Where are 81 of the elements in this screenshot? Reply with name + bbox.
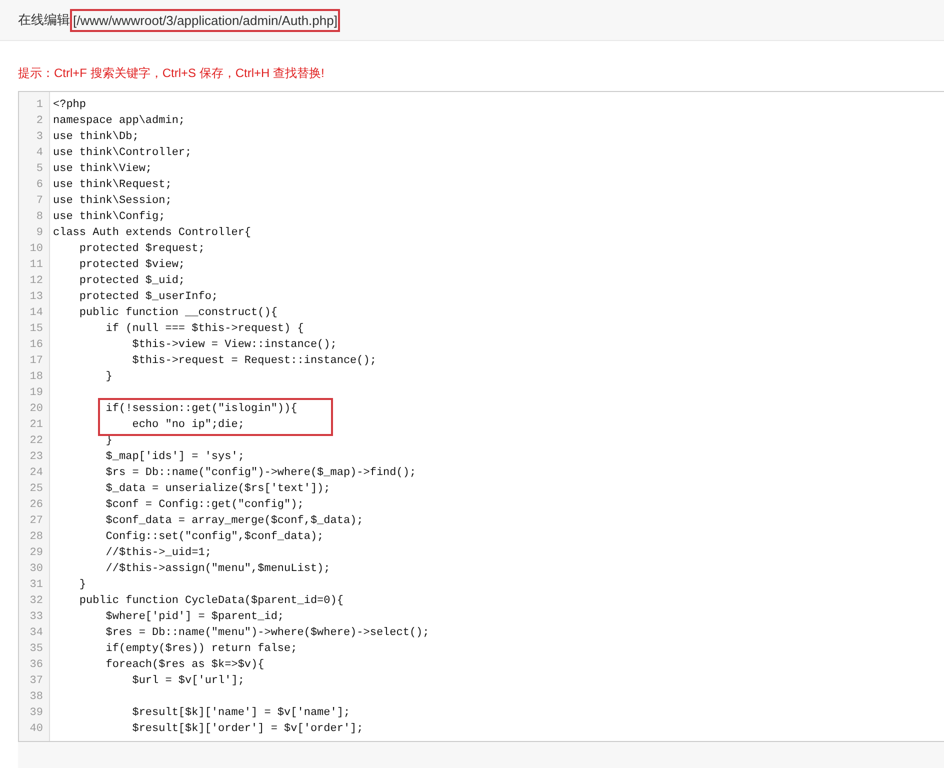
code-line: public function __construct(){ [78,306,278,319]
line-number: 26 [28,498,43,511]
code-line: $_data = unserialize($rs['text']); [104,482,330,495]
line-number: 17 [28,354,43,367]
line-number: 13 [28,290,43,303]
code-line: Config::set("config",$conf_data); [104,530,324,543]
code-line: <?php [53,98,86,111]
line-number: 15 [28,322,43,335]
code-line: $res = Db::name("menu")->where($where)->select(); [104,626,430,639]
line-number: 32 [28,594,43,607]
file-path: [/www/wwwroot/3/application/admin/Auth.php] [70,8,340,32]
line-number: 21 [28,418,43,431]
code-line: use think\Session; [53,194,172,207]
code-line: protected $view; [78,258,186,271]
line-number: 11 [28,258,43,271]
line-number: 3 [35,130,43,143]
line-number: 20 [28,402,43,415]
code-line: $where['pid'] = $parent_id; [104,610,284,623]
code-line: class Auth extends Controller{ [53,226,252,239]
code-line: foreach($res as $k=>$v){ [104,658,264,671]
code-line: protected $request; [78,242,205,255]
code-line: echo "no ip";die; [131,418,244,431]
code-line: } [78,578,86,591]
line-number: 40 [28,722,43,735]
code-line: //$this->assign("menu",$menuList); [104,562,330,575]
code-line: use think\Controller; [53,146,192,159]
line-number: 25 [28,482,43,495]
line-number: 34 [28,626,43,639]
code-line: use think\View; [53,162,152,175]
line-number: 5 [35,162,43,175]
line-number: 8 [35,210,43,223]
code-line: $this->view = View::instance(); [131,338,337,351]
code-line: $result[$k]['name'] = $v['name']; [131,706,350,719]
line-number: 18 [28,370,43,383]
line-number: 16 [28,338,43,351]
code-line: $this->request = Request::instance(); [131,354,376,367]
line-number: 36 [28,658,43,671]
code-line: $url = $v['url']; [131,674,244,687]
code-line: if(empty($res)) return false; [104,642,298,655]
line-number: 28 [28,530,43,543]
code-line: } [104,370,112,383]
code-editor[interactable] [18,90,944,742]
code-line: $_map['ids'] = 'sys'; [104,450,244,463]
line-number: 24 [28,466,43,479]
code-line: if (null === $this->request) { [104,322,304,335]
line-number: 39 [28,706,43,719]
code-line: public function CycleData($parent_id=0){ [78,594,344,607]
line-number: 7 [35,194,43,207]
code-line: $result[$k]['order'] = $v['order']; [131,722,364,735]
line-number: 9 [35,226,43,239]
line-number: 22 [28,434,43,447]
code-line: use think\Request; [53,178,172,191]
code-line: protected $_uid; [78,274,186,287]
page-title: 在线编辑 [18,11,70,29]
code-line: $rs = Db::name("config")->where($_map)->find(); [104,466,416,479]
code-line: $conf_data = array_merge($conf,$_data); [104,514,364,527]
code-line: use think\Config; [53,210,166,223]
line-number: 35 [28,642,43,655]
code-line: if(!session::get("islogin")){ [104,402,298,415]
line-number: 6 [35,178,43,191]
line-number: 2 [35,114,43,127]
line-number: 23 [28,450,43,463]
line-number: 10 [28,242,43,255]
code-line: //$this->_uid=1; [104,546,212,559]
code-line: namespace app\admin; [53,114,186,127]
line-number: 31 [28,578,43,591]
line-number: 37 [28,674,43,687]
code-line: use think\Db; [53,130,139,143]
line-number: 19 [28,386,43,399]
line-number: 14 [28,306,43,319]
line-number: 1 [35,98,43,111]
line-number: 27 [28,514,43,527]
line-number: 4 [35,146,43,159]
line-number: 29 [28,546,43,559]
hint-text: 提示：Ctrl+F 搜索关键字，Ctrl+S 保存，Ctrl+H 查找替换! [18,65,326,82]
code-line: protected $_userInfo; [78,290,218,303]
line-number: 33 [28,610,43,623]
code-line: $conf = Config::get("config"); [104,498,304,511]
line-number: 30 [28,562,43,575]
line-number: 12 [28,274,43,287]
line-number: 38 [28,690,43,703]
